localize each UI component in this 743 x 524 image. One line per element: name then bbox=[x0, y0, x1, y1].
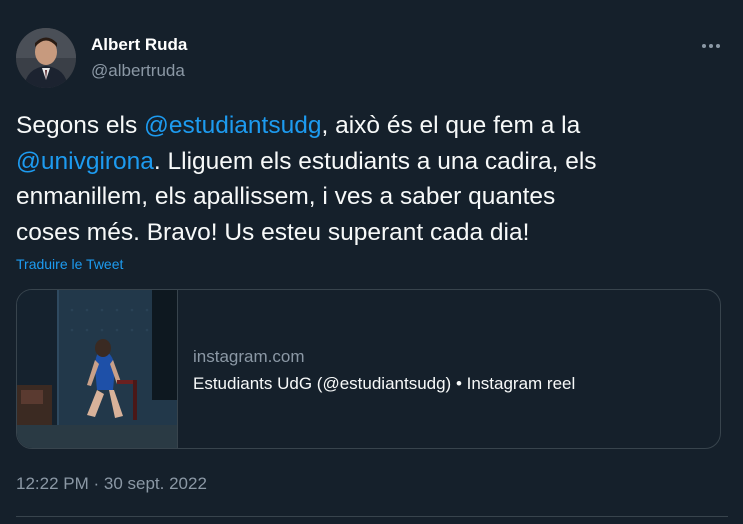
tweet-text-line: enmanillem, els apallissem, i ves a sabe… bbox=[16, 183, 556, 210]
card-title: Estudiants UdG (@estudiantsudg) • Instag… bbox=[193, 374, 576, 393]
link-preview-card[interactable]: instagram.com Estudiants UdG (@estudiant… bbox=[16, 289, 721, 449]
tweet-text-line: Segons els @estudiantsudg, això és el qu… bbox=[16, 108, 728, 144]
author-display-name[interactable]: Albert Ruda bbox=[91, 35, 187, 55]
translate-tweet-link[interactable]: Traduire le Tweet bbox=[16, 255, 123, 273]
tweet-timestamp[interactable]: 12:22 PM · 30 sept. 2022 bbox=[16, 474, 207, 494]
author-handle[interactable]: @albertruda bbox=[91, 61, 185, 81]
avatar-image bbox=[16, 28, 76, 88]
card-thumbnail-image bbox=[17, 290, 177, 448]
meta-separator: · bbox=[88, 474, 104, 493]
avatar[interactable] bbox=[16, 28, 76, 88]
tweet-time[interactable]: 12:22 PM bbox=[16, 474, 89, 493]
tweet-text-line: coses més. Bravo! Us esteu superant cada… bbox=[16, 218, 530, 246]
mention-link[interactable]: @estudiantsudg bbox=[144, 112, 321, 139]
tweet-date[interactable]: 30 sept. 2022 bbox=[104, 474, 207, 493]
tweet-text-segment: Segons els bbox=[16, 112, 145, 139]
tweet-text-line: @univgirona. Lliguem els estudiants a un… bbox=[16, 144, 728, 180]
bottom-divider bbox=[16, 516, 728, 517]
card-divider bbox=[177, 290, 178, 448]
tweet-text-segment: , això és el que fem a la bbox=[321, 112, 581, 139]
card-thumbnail bbox=[17, 290, 177, 448]
more-options-button[interactable] bbox=[696, 34, 726, 58]
more-horizontal-icon bbox=[702, 44, 720, 48]
card-domain: instagram.com bbox=[193, 347, 305, 366]
tweet-text: Segons els @estudiantsudg, això és el qu… bbox=[16, 108, 728, 250]
tweet-text-segment: . Lliguem els estudiants a una cadira, e… bbox=[153, 147, 597, 175]
mention-link[interactable]: @univgirona bbox=[16, 148, 154, 175]
tweet: Albert Ruda @albertruda Segons els @estu… bbox=[0, 0, 743, 524]
